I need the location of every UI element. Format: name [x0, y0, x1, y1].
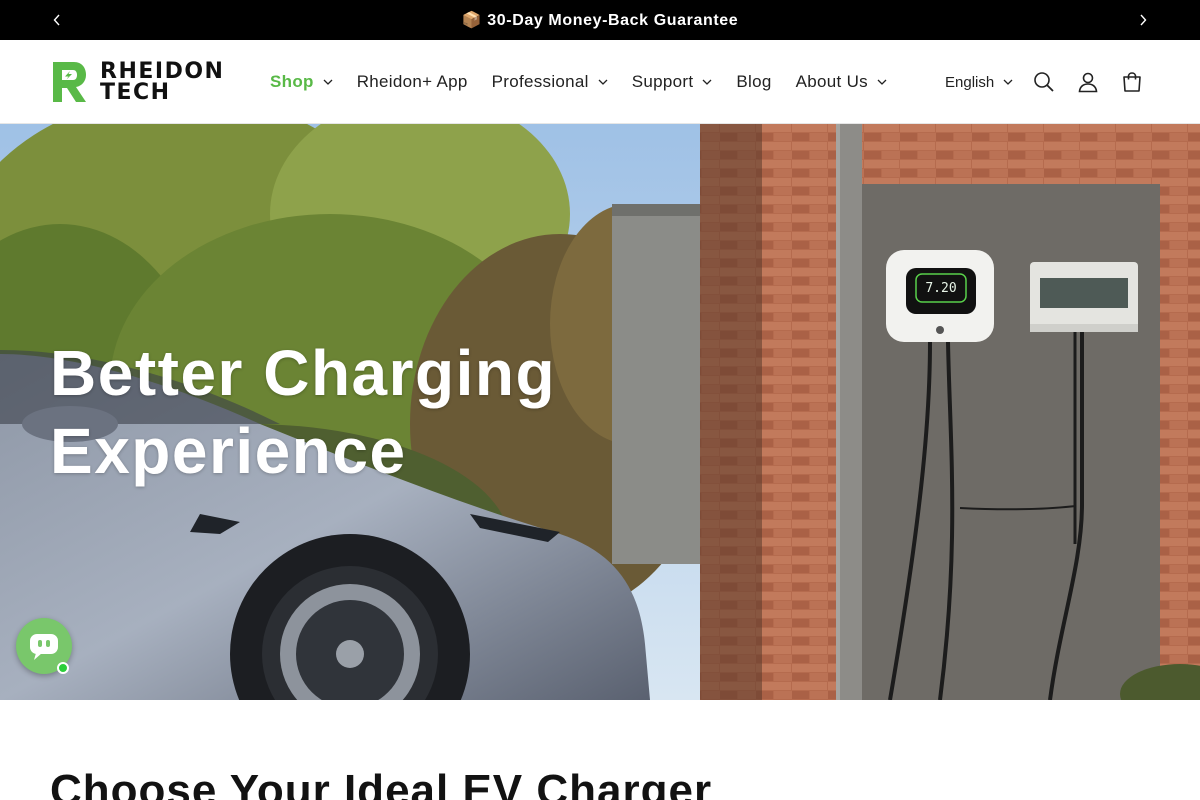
nav-item-blog[interactable]: Blog	[724, 62, 783, 102]
logo-wordmark: RHEIDON TECH	[100, 59, 225, 105]
chevron-down-icon	[1003, 79, 1013, 85]
nav-item-label: Shop	[270, 72, 314, 91]
nav-item-shop[interactable]: Shop	[258, 62, 345, 102]
site-header: RHEIDON TECH Shop Rheidon+ App Professio…	[0, 40, 1200, 124]
charger-display-value: 7.20	[925, 281, 956, 296]
site-logo[interactable]: RHEIDON TECH	[50, 59, 232, 105]
nav-item-rheidon-app[interactable]: Rheidon+ App	[345, 62, 480, 102]
cart-button[interactable]	[1116, 66, 1148, 98]
logo-line2: TECH	[100, 80, 171, 105]
logo-line1: RHEIDON	[100, 59, 225, 84]
cart-icon	[1123, 72, 1141, 92]
section-title: Choose Your Ideal EV Charger	[50, 766, 713, 800]
hero-title-line1: Better Charging	[50, 337, 557, 409]
nav-item-label: Blog	[736, 72, 772, 91]
nav-item-label: Professional	[491, 72, 589, 91]
chevron-right-icon	[1140, 14, 1147, 26]
announcement-prev-button[interactable]	[39, 0, 75, 40]
account-icon	[1078, 72, 1098, 93]
nav-item-label: About Us	[795, 72, 868, 91]
chevron-down-icon	[702, 79, 712, 85]
chevron-down-icon	[598, 79, 608, 85]
search-icon	[1034, 72, 1054, 92]
account-button[interactable]	[1072, 66, 1104, 98]
main-nav: Shop Rheidon+ App Professional Support B…	[258, 40, 899, 124]
language-label: English	[945, 73, 995, 91]
chevron-left-icon	[53, 14, 60, 26]
announcement-bar: 📦 30-Day Money-Back Guarantee	[0, 0, 1200, 40]
rheidon-logo-icon	[53, 62, 86, 102]
nav-item-support[interactable]: Support	[620, 62, 725, 102]
nav-item-label: Support	[631, 72, 694, 91]
nav-item-about-us[interactable]: About Us	[784, 62, 899, 102]
nav-item-label: Rheidon+ App	[356, 72, 468, 91]
chevron-down-icon	[877, 79, 887, 85]
announcement-text: 📦 30-Day Money-Back Guarantee	[461, 12, 739, 29]
online-status-dot	[57, 662, 69, 674]
chat-bubble-icon	[30, 634, 58, 660]
hero-banner[interactable]: 7.20 Better Charging Experience	[0, 124, 1200, 700]
search-button[interactable]	[1028, 66, 1060, 98]
announcement-next-button[interactable]	[1125, 0, 1161, 40]
hero-title-line2: Experience	[50, 415, 407, 487]
chat-widget-button[interactable]	[16, 618, 72, 674]
hero-title: Better Charging Experience	[50, 334, 610, 490]
nav-item-professional[interactable]: Professional	[480, 62, 620, 102]
language-selector[interactable]: English	[945, 70, 1013, 94]
chevron-down-icon	[323, 79, 333, 85]
